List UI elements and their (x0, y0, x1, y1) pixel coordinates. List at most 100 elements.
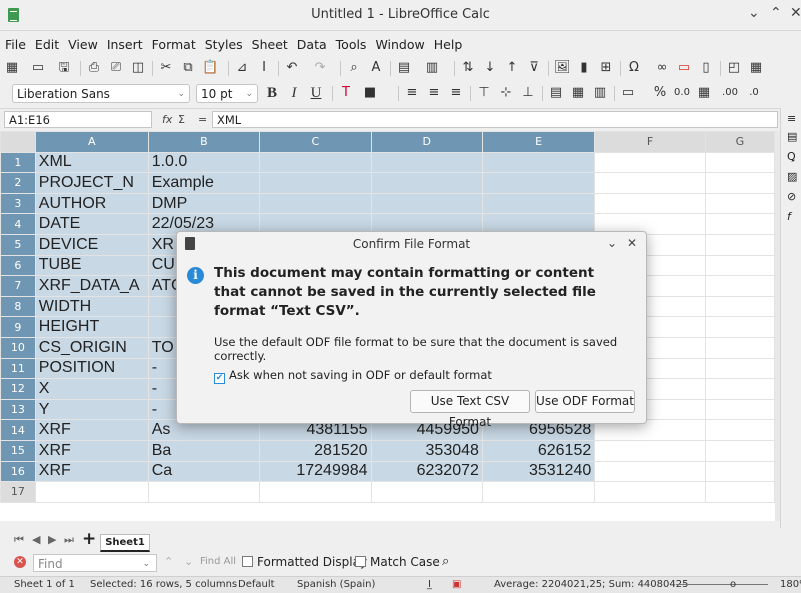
chevron-down-icon[interactable]: ⌄ (607, 236, 617, 250)
print-preview-icon[interactable]: ◫ (130, 60, 146, 76)
sidebar-menu-icon[interactable]: ≡ (787, 112, 796, 125)
align-bottom-icon[interactable]: ⊥ (520, 85, 536, 101)
header-footer-icon[interactable]: ▯ (698, 60, 714, 76)
close-window-icon[interactable]: ✕ (790, 5, 801, 21)
find-next-icon[interactable]: ⌄ (184, 555, 193, 568)
wrap-text-icon[interactable]: ▤ (548, 85, 564, 101)
cell-g[interactable] (704, 233, 775, 256)
row-header[interactable]: 3 (0, 192, 36, 215)
cell-a[interactable]: AUTHOR (34, 192, 149, 215)
cell-g[interactable] (704, 192, 775, 215)
menu-edit[interactable]: Edit (30, 35, 63, 55)
row-header[interactable]: 7 (0, 275, 36, 297)
cell-g[interactable] (704, 357, 775, 380)
cell-a[interactable]: XML (34, 151, 149, 174)
clear-formatting-icon[interactable]: Ⅰ (256, 60, 272, 76)
cell-c[interactable] (259, 172, 372, 194)
sum-icon[interactable]: Σ (178, 113, 185, 126)
cell-d[interactable] (370, 151, 483, 174)
menu-file[interactable]: File (0, 35, 30, 55)
cell-e[interactable]: 3531240 (481, 460, 596, 483)
cut-icon[interactable]: ✂ (158, 60, 174, 76)
clone-formatting-icon[interactable]: ⊿ (234, 60, 250, 76)
cell-a[interactable]: XRF (34, 460, 149, 483)
function-wizard-icon[interactable]: fx (162, 113, 172, 126)
cell-g[interactable] (704, 398, 775, 421)
row-header[interactable]: 15 (0, 439, 36, 462)
add-sheet-icon[interactable]: + (82, 529, 96, 549)
cell-f[interactable] (594, 151, 706, 174)
row-header[interactable]: 6 (0, 254, 36, 277)
add-decimal-icon[interactable]: .00 (722, 85, 738, 101)
menu-insert[interactable]: Insert (102, 35, 147, 55)
print-icon[interactable]: ⎚ (108, 60, 124, 76)
cell-f[interactable] (594, 439, 706, 462)
cell-e[interactable] (481, 151, 596, 174)
ask-checkbox[interactable]: ✔ Ask when not saving in ODF or default f… (214, 368, 492, 384)
cell-b[interactable]: Example (147, 172, 261, 194)
cell-a[interactable]: DEVICE (34, 233, 149, 256)
column-header[interactable]: F (594, 131, 706, 153)
menu-tools[interactable]: Tools (331, 35, 371, 55)
menu-sheet[interactable]: Sheet (247, 35, 292, 55)
cell-c[interactable]: 281520 (259, 439, 372, 462)
cell-d[interactable] (370, 192, 483, 215)
find-replace-icon[interactable]: ⌕ (442, 554, 449, 569)
row-header[interactable]: 14 (0, 419, 36, 441)
insert-image-icon[interactable]: 🖼 (554, 60, 571, 76)
zoom-slider[interactable] (676, 584, 768, 585)
cell-g[interactable] (704, 460, 775, 483)
column-header[interactable]: D (370, 131, 483, 153)
language[interactable]: Spanish (Spain) (297, 577, 375, 593)
cell-g[interactable] (704, 172, 775, 194)
use-odf-format-button[interactable]: Use ODF Format (535, 390, 635, 413)
align-center-icon[interactable]: ≡ (426, 85, 442, 101)
menu-data[interactable]: Data (292, 35, 331, 55)
font-name-combo[interactable]: Liberation Sans ⌄ (12, 84, 190, 103)
cell-d[interactable] (370, 172, 483, 194)
formula-input[interactable]: XML (212, 111, 778, 128)
date-format-icon[interactable]: ▦ (696, 85, 712, 101)
cell-g[interactable] (704, 254, 775, 277)
sort-descending-icon[interactable]: ↑ (504, 60, 520, 76)
center-vertically-icon[interactable]: ⊹ (498, 85, 514, 101)
cell-g[interactable] (704, 213, 775, 235)
column-header[interactable]: A (34, 131, 149, 153)
cell-g[interactable] (704, 295, 775, 318)
open-icon[interactable]: ▭ (30, 60, 46, 76)
cell-f[interactable] (594, 460, 706, 483)
menu-window[interactable]: Window (370, 35, 428, 55)
cell-e[interactable]: 626152 (481, 439, 596, 462)
merge-cells-icon[interactable]: ▦ (570, 85, 586, 101)
cell-a[interactable]: XRF (34, 439, 149, 462)
row-header[interactable]: 8 (0, 295, 36, 318)
menu-help[interactable]: Help (429, 35, 467, 55)
font-color-icon[interactable]: T (338, 85, 354, 101)
corner-cell[interactable] (0, 131, 36, 153)
find-replace-icon[interactable]: ⌕ (346, 60, 362, 76)
cell-b[interactable] (147, 481, 261, 503)
underline-icon[interactable]: U (308, 85, 324, 101)
row-header[interactable]: 17 (0, 481, 36, 503)
autofilter-icon[interactable]: ⊽ (526, 60, 542, 76)
gallery-icon[interactable]: ▨ (787, 170, 797, 183)
sort-icon[interactable]: ⇅ (460, 60, 476, 76)
insert-chart-icon[interactable]: ▮ (576, 60, 592, 76)
freeze-rows-icon[interactable]: ▦ (748, 60, 764, 76)
align-left-icon[interactable]: ≡ (404, 85, 420, 101)
find-input[interactable]: Find ⌄ (33, 554, 157, 572)
name-box[interactable]: A1:E16 (4, 111, 152, 128)
cell-d[interactable]: 353048 (370, 439, 483, 462)
define-print-area-icon[interactable]: ◰ (726, 60, 742, 76)
bold-icon[interactable]: B (264, 85, 280, 101)
row-header[interactable]: 12 (0, 378, 36, 400)
row-header[interactable]: 5 (0, 233, 36, 256)
first-sheet-icon[interactable]: ⏮ (14, 533, 24, 547)
cell-f[interactable] (594, 481, 706, 503)
find-previous-icon[interactable]: ⌃ (164, 555, 173, 568)
use-text-csv-format-button[interactable]: Use Text CSV Format (410, 390, 530, 429)
cell-e[interactable] (481, 192, 596, 215)
navigator-icon[interactable]: ⊘ (787, 190, 796, 203)
new-icon[interactable]: ▦ (4, 60, 20, 76)
cell-b[interactable]: Ba (147, 439, 261, 462)
